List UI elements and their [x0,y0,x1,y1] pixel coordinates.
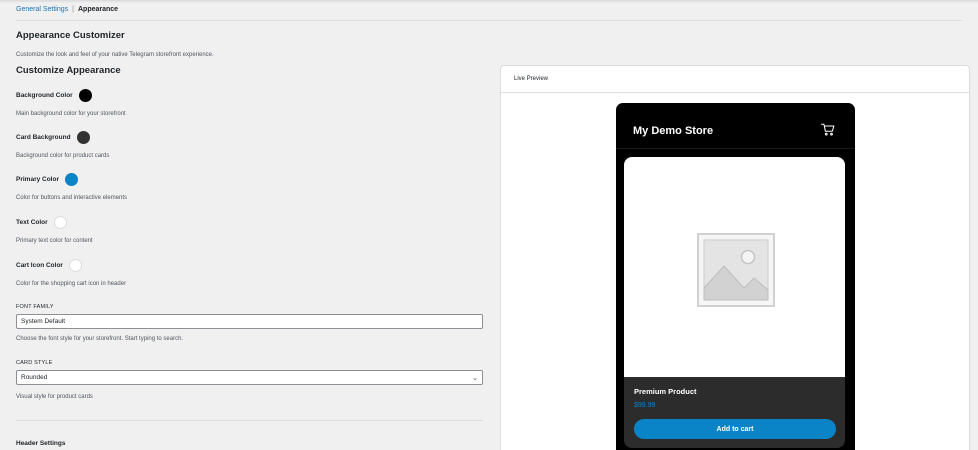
setting-label: Background Color [16,91,73,99]
font-family-value: System Default [21,318,66,325]
store-header-divider [616,148,855,149]
card-style-select[interactable]: Rounded ⌄ [16,370,483,385]
setting-description: Main background color for your storefron… [16,111,126,117]
breadcrumb-separator: | [72,6,74,13]
live-preview-panel: Live Preview My Demo Store Premium Produ… [500,65,970,450]
card-style-help: Visual style for product cards [16,394,93,400]
setting-description: Color for the shopping cart icon in head… [16,281,127,287]
shopping-cart-icon [821,123,835,136]
setting-label: Primary Color [16,175,59,183]
setting-cart-icon-color: Cart Icon Color Color for the shopping c… [16,258,483,287]
font-family-input[interactable]: System Default [16,314,483,329]
setting-label: Text Color [16,218,48,226]
storefront-preview: My Demo Store Premium Product $99.99 Add… [616,103,855,450]
font-family-help: Choose the font style for your storefron… [16,336,184,342]
setting-description: Background color for product cards [16,153,110,159]
store-name: My Demo Store [633,125,714,137]
setting-text-color: Text Color Primary text color for conten… [16,215,483,244]
live-preview-title: Live Preview [514,76,549,82]
page-intro: Customize the look and feel of your nati… [16,52,214,58]
chevron-down-icon: ⌄ [472,374,478,382]
section-divider [16,420,483,421]
cart-icon-color-swatch[interactable] [68,258,82,272]
font-family-label: FONT FAMILY [16,304,54,310]
setting-background-color: Background Color Main background color f… [16,88,483,117]
text-color-swatch[interactable] [53,215,67,229]
product-name: Premium Product [634,387,697,396]
product-card[interactable]: Premium Product $99.99 Add to cart [624,157,845,448]
setting-label: Card Background [16,133,71,141]
top-shadow [0,0,978,3]
background-color-swatch[interactable] [78,88,92,102]
setting-primary-color: Primary Color Color for buttons and inte… [16,172,483,201]
breadcrumb: General Settings | Appearance [16,6,118,13]
setting-description: Primary text color for content [16,238,93,244]
card-background-swatch[interactable] [76,130,90,144]
page-title: Appearance Customizer [16,30,125,41]
product-price: $99.99 [634,402,656,409]
breadcrumb-current: Appearance [77,6,119,13]
setting-description: Color for buttons and interactive elemen… [16,195,128,201]
breadcrumb-general-settings[interactable]: General Settings [16,6,68,13]
preview-divider [501,92,969,93]
card-style-label: CARD STYLE [16,360,53,366]
section-title: Customize Appearance [16,65,121,76]
add-to-cart-button[interactable]: Add to cart [634,419,836,439]
setting-label: Cart Icon Color [16,261,63,269]
product-image [624,157,845,377]
header-settings-title: Header Settings [16,440,66,447]
card-style-value: Rounded [21,374,48,381]
primary-color-swatch[interactable] [65,172,78,186]
image-placeholder-icon [697,233,775,307]
header-divider [16,20,962,21]
setting-card-background: Card Background Background color for pro… [16,130,483,159]
